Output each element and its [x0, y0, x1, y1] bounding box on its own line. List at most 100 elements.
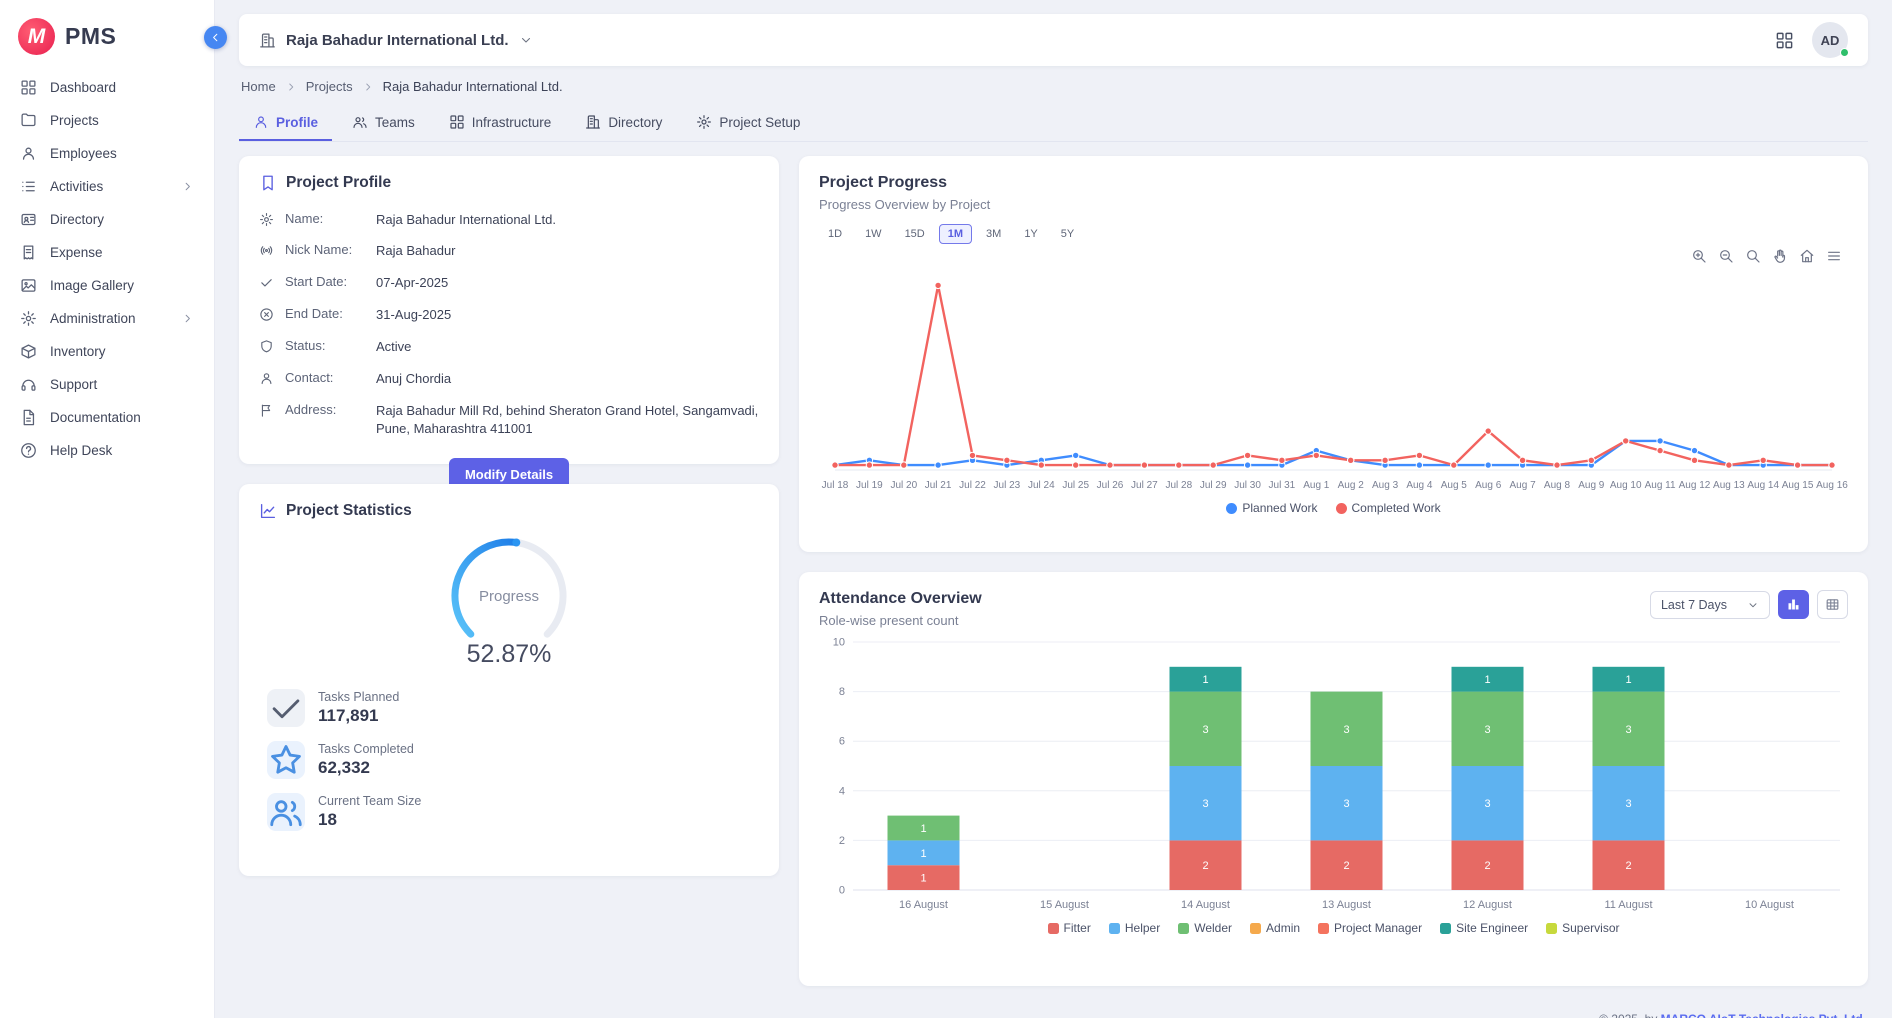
legend-label: Helper [1125, 921, 1160, 935]
sidebar-item-documentation[interactable]: Documentation [0, 401, 214, 434]
svg-text:1: 1 [1625, 674, 1631, 686]
legend-item-helper[interactable]: Helper [1109, 921, 1160, 935]
range-15d[interactable]: 15D [896, 224, 934, 244]
tab-infrastructure[interactable]: Infrastructure [435, 104, 566, 141]
zoom-out-icon[interactable] [1718, 248, 1734, 264]
range-1w[interactable]: 1W [856, 224, 891, 244]
profile-field-nick-name: Nick Name:Raja Bahadur [259, 236, 759, 268]
svg-text:3: 3 [1343, 724, 1349, 736]
sidebar-item-projects[interactable]: Projects [0, 104, 214, 137]
headset-icon [20, 376, 37, 393]
check-icon [259, 275, 274, 290]
sidebar-item-inventory[interactable]: Inventory [0, 335, 214, 368]
list-icon [20, 178, 37, 195]
legend-label: Admin [1266, 921, 1300, 935]
sidebar-item-dashboard[interactable]: Dashboard [0, 71, 214, 104]
zoom-in-icon[interactable] [1691, 248, 1707, 264]
broadcast-icon [259, 243, 274, 258]
svg-text:2: 2 [1625, 860, 1631, 872]
progress-gauge: Progress52.87% [259, 532, 759, 675]
range-1m[interactable]: 1M [939, 224, 972, 244]
company-selector[interactable]: Raja Bahadur International Ltd. [259, 32, 533, 49]
field-label: Address: [285, 402, 365, 417]
range-3m[interactable]: 3M [977, 224, 1010, 244]
sidebar-item-employees[interactable]: Employees [0, 137, 214, 170]
gear-icon [20, 310, 37, 327]
breadcrumb-item[interactable]: Projects [306, 79, 353, 94]
breadcrumb-item[interactable]: Raja Bahadur International Ltd. [383, 79, 563, 94]
legend-item-site-engineer[interactable]: Site Engineer [1440, 921, 1528, 935]
legend-item-supervisor[interactable]: Supervisor [1546, 921, 1619, 935]
star-icon [267, 741, 305, 779]
legend-item-planned-work[interactable]: Planned Work [1226, 501, 1317, 515]
project-profile-card: Project Profile Name:Raja Bahadur Intern… [239, 156, 779, 464]
x-circle-icon [259, 307, 274, 322]
avatar-initials: AD [1821, 33, 1840, 48]
svg-text:Aug 3: Aug 3 [1372, 480, 1399, 491]
pan-icon[interactable] [1772, 248, 1788, 264]
gear-icon [696, 114, 712, 130]
tab-label: Profile [276, 115, 318, 130]
legend-item-completed-work[interactable]: Completed Work [1336, 501, 1441, 515]
legend-swatch [1318, 923, 1329, 934]
sidebar-item-expense[interactable]: Expense [0, 236, 214, 269]
sidebar-item-image-gallery[interactable]: Image Gallery [0, 269, 214, 302]
profile-field-address: Address:Raja Bahadur Mill Rd, behind She… [259, 395, 759, 446]
legend-label: Fitter [1064, 921, 1091, 935]
home-icon[interactable] [1799, 248, 1815, 264]
gauge-label: Progress [479, 588, 539, 605]
sidebar-item-activities[interactable]: Activities [0, 170, 214, 203]
progress-card-title: Project Progress [819, 174, 1848, 192]
table-view-toggle[interactable] [1817, 590, 1848, 619]
legend-item-admin[interactable]: Admin [1250, 921, 1300, 935]
flag-icon [259, 403, 274, 418]
selection-zoom-icon[interactable] [1745, 248, 1761, 264]
svg-text:Jul 26: Jul 26 [1097, 480, 1124, 491]
sidebar: M PMS DashboardProjectsEmployeesActiviti… [0, 0, 215, 1018]
sidebar-item-help-desk[interactable]: Help Desk [0, 434, 214, 467]
person-icon [259, 371, 274, 386]
id-card-icon [20, 211, 37, 228]
breadcrumb-item[interactable]: Home [241, 79, 276, 94]
tab-profile[interactable]: Profile [239, 104, 332, 141]
sidebar-item-administration[interactable]: Administration [0, 302, 214, 335]
attendance-legend: Fitter Helper Welder Admin Project Manager Si… [819, 921, 1848, 935]
tab-teams[interactable]: Teams [338, 104, 429, 141]
sidebar-item-support[interactable]: Support [0, 368, 214, 401]
date-range-select[interactable]: Last 7 Days [1650, 591, 1770, 619]
image-icon [20, 277, 37, 294]
content: Project Profile Name:Raja Bahadur Intern… [239, 156, 1868, 1018]
bar-view-toggle[interactable] [1778, 590, 1809, 619]
footer-link[interactable]: MARCO AIoT Technologies Pvt. Ltd. [1661, 1012, 1866, 1018]
range-5y[interactable]: 5Y [1052, 224, 1083, 244]
app-title: PMS [65, 23, 116, 50]
profile-field-start-date: Start Date:07-Apr-2025 [259, 268, 759, 300]
sidebar-item-directory[interactable]: Directory [0, 203, 214, 236]
range-1d[interactable]: 1D [819, 224, 851, 244]
tab-project-setup[interactable]: Project Setup [682, 104, 814, 141]
building-icon [585, 114, 601, 130]
chevron-right-icon [181, 180, 194, 193]
avatar[interactable]: AD [1812, 22, 1848, 58]
range-1y[interactable]: 1Y [1015, 224, 1046, 244]
svg-text:Aug 15: Aug 15 [1782, 480, 1814, 491]
svg-text:3: 3 [1484, 724, 1490, 736]
profile-field-end-date: End Date:31-Aug-2025 [259, 300, 759, 332]
tab-label: Teams [375, 115, 415, 130]
tab-directory[interactable]: Directory [571, 104, 676, 141]
field-value: Raja Bahadur International Ltd. [376, 211, 759, 230]
svg-text:Aug 14: Aug 14 [1747, 480, 1779, 491]
chevron-down-icon [519, 33, 533, 47]
svg-text:2: 2 [1343, 860, 1349, 872]
legend-item-project-manager[interactable]: Project Manager [1318, 921, 1422, 935]
apps-grid-icon[interactable] [1775, 31, 1794, 50]
legend-label: Supervisor [1562, 921, 1619, 935]
legend-item-welder[interactable]: Welder [1178, 921, 1232, 935]
legend-label: Completed Work [1352, 501, 1441, 515]
app-logo[interactable]: M PMS [0, 14, 214, 71]
chevron-down-icon [1747, 599, 1759, 611]
sidebar-collapse-button[interactable] [204, 26, 227, 49]
menu-icon[interactable] [1826, 248, 1842, 264]
legend-item-fitter[interactable]: Fitter [1048, 921, 1091, 935]
svg-text:3: 3 [1625, 724, 1631, 736]
